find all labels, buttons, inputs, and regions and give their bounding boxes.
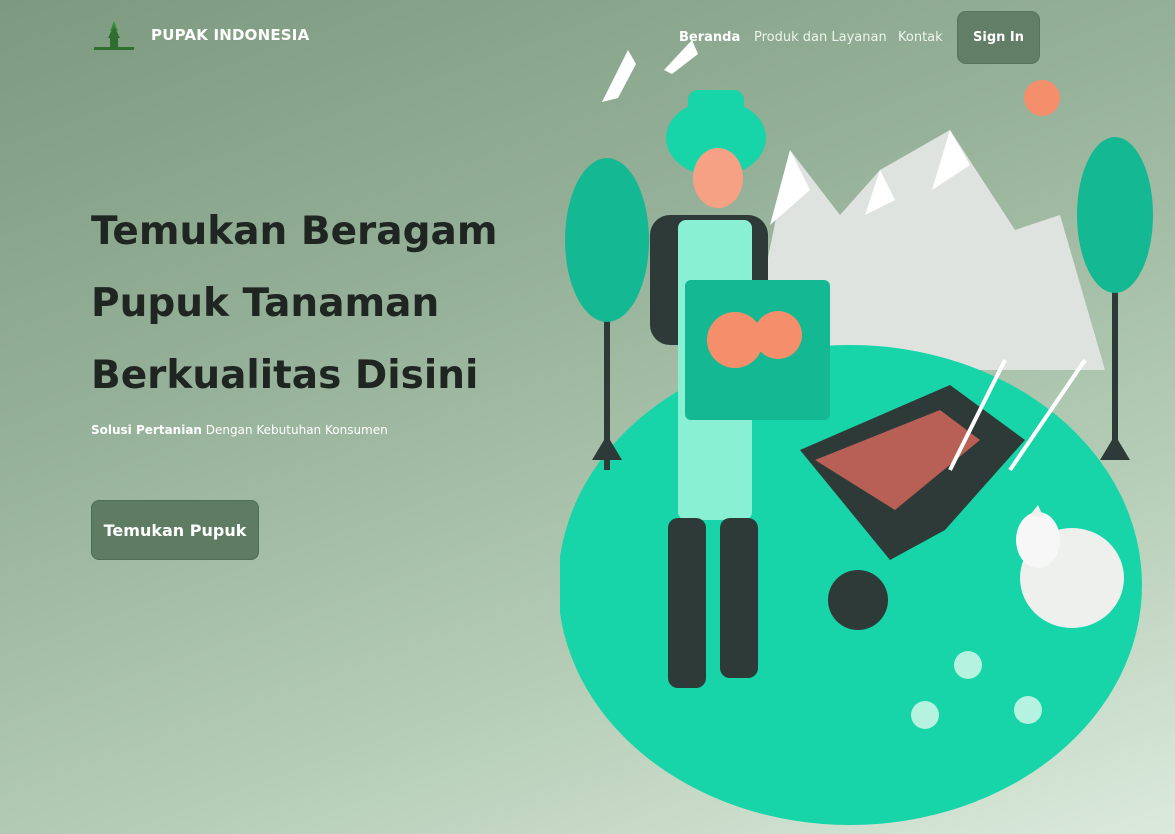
hero-subtitle-bold: Solusi Pertanian (91, 423, 202, 437)
brand-name[interactable]: PUPAK INDONESIA (151, 26, 309, 44)
hero-title-line-2: Pupuk Tanaman (91, 281, 440, 326)
hero-title-line-3: Berkualitas Disini (91, 353, 479, 398)
logo-icon[interactable] (92, 18, 136, 52)
find-fertilizer-button[interactable]: Temukan Pupuk (91, 500, 259, 560)
birds-icon (602, 40, 698, 102)
hero-subtitle-rest: Dengan Kebutuhan Konsumen (201, 423, 388, 437)
farmer-wheelbarrow-illustration (560, 40, 1153, 825)
fruit-crate-icon (685, 280, 830, 420)
hero-title-line-1: Temukan Beragam (91, 209, 498, 254)
hero-subtitle: Solusi Pertanian Dengan Kebutuhan Konsum… (91, 423, 388, 437)
tree-right-icon (1077, 137, 1153, 460)
hero-title: Temukan Beragam Pupuk Tanaman Berkualita… (91, 196, 521, 412)
sun-icon (1024, 80, 1060, 116)
